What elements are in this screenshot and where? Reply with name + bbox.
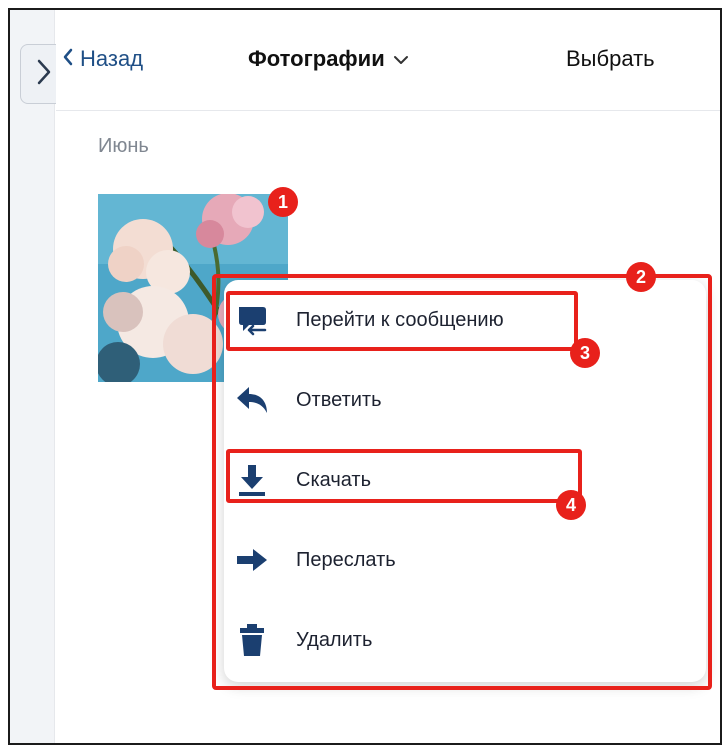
chevron-down-icon — [393, 46, 409, 72]
annotation-badge-3: 3 — [570, 338, 600, 368]
menu-item-label: Удалить — [296, 628, 373, 651]
back-label: Назад — [80, 46, 144, 71]
forward-icon — [232, 540, 272, 580]
annotation-box-download — [226, 449, 582, 503]
menu-item-forward[interactable]: Переслать — [232, 538, 396, 582]
annotation-badge-2: 2 — [626, 262, 656, 292]
album-dropdown[interactable]: Фотографии — [248, 44, 409, 74]
annotation-box-go-to-message — [226, 291, 578, 351]
menu-item-label: Переслать — [296, 548, 396, 571]
page-title: Фотографии — [248, 46, 385, 71]
annotation-badge-4: 4 — [556, 490, 586, 520]
trash-icon — [232, 620, 272, 660]
chevron-left-icon — [62, 46, 74, 72]
chevron-right-icon — [35, 59, 53, 90]
month-heading: Июнь — [98, 135, 149, 157]
menu-item-reply[interactable]: Ответить — [232, 378, 382, 422]
annotation-badge-1: 1 — [268, 187, 298, 217]
left-rail — [10, 10, 55, 743]
menu-item-delete[interactable]: Удалить — [232, 618, 372, 662]
reply-icon — [232, 380, 272, 420]
select-button[interactable]: Выбрать — [566, 44, 655, 74]
select-label: Выбрать — [566, 46, 655, 71]
menu-item-label: Ответить — [296, 388, 382, 411]
back-button[interactable]: Назад — [62, 44, 143, 74]
